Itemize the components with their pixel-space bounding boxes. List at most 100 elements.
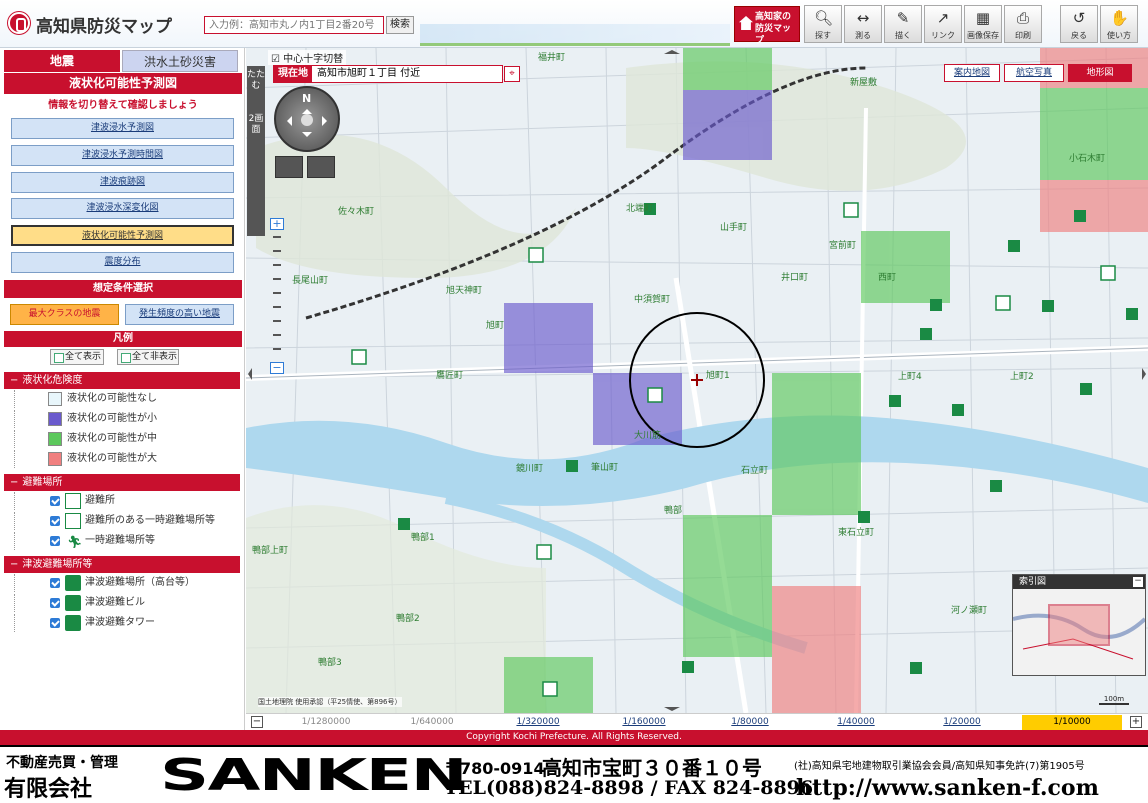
legend-item[interactable]: 避難所のある一時避難場所等 — [14, 512, 234, 530]
legend-item: 液状化の可能性が中 — [14, 430, 234, 448]
print-button[interactable]: ⎙ 印刷 — [1004, 5, 1042, 43]
pan-left-icon[interactable] — [282, 116, 292, 126]
tab-earthquake[interactable]: 地震 — [4, 50, 120, 72]
legend-item[interactable]: 津波避難ビル — [14, 594, 234, 612]
place-label: 鴨部 — [664, 504, 682, 516]
link-icon: ↗ — [936, 9, 950, 27]
scale-option[interactable]: 1/640000 — [382, 715, 482, 730]
help-icon: ✋ — [1110, 9, 1129, 27]
compass-pan-control[interactable]: N — [274, 86, 340, 152]
panel-instruction: 情報を切り替えて確認しましょう — [48, 100, 198, 111]
legend-item[interactable]: 🏃︎ 一時避難場所等 — [14, 532, 234, 550]
tsunami-building-icon — [65, 595, 81, 611]
condition-max-class-button[interactable]: 最大クラスの地震 — [10, 304, 119, 325]
zoom-out-box-icon[interactable] — [307, 156, 335, 178]
scale-option[interactable]: 1/20000 — [912, 715, 1012, 730]
scale-option[interactable]: 1/160000 — [594, 715, 694, 730]
bosai-map-button[interactable]: 高知家の防災マップ — [734, 6, 800, 46]
checkbox-icon[interactable] — [50, 598, 60, 608]
legend-item[interactable]: 避難所 — [14, 492, 234, 510]
zoom-slider[interactable]: + − — [270, 218, 284, 376]
measure-tool-button[interactable]: ↔ 測る — [844, 5, 882, 43]
scale-option[interactable]: 1/80000 — [700, 715, 800, 730]
image-save-icon: ▦ — [975, 9, 991, 27]
running-person-icon: 🏃︎ — [67, 535, 83, 549]
show-all-button[interactable]: 全て表示 — [50, 349, 104, 365]
menu-tsunami-trace[interactable]: 津波痕跡図 — [11, 172, 234, 193]
locate-button[interactable]: ⌖ — [504, 66, 520, 82]
menu-tsunami-depth-change[interactable]: 津波浸水深変化図 — [11, 198, 234, 219]
map-scale-bar: 100m — [1099, 695, 1129, 705]
map-type-aerial[interactable]: 航空写真 — [1004, 64, 1064, 82]
panel-collapse-toggle[interactable]: たたむ 2画面 — [247, 66, 265, 236]
checkbox-icon[interactable] — [50, 618, 60, 628]
scale-option[interactable]: 1/1280000 — [276, 715, 376, 730]
map-canvas[interactable]: 福井町 佐々木町 長尾山町 旭天神町 旭町 北端町 山手町 宮前町 井口町 中須… — [246, 48, 1148, 713]
crosshair-toggle[interactable]: ☑ 中心十字切替 — [268, 50, 347, 65]
menu-tsunami-inundation-time[interactable]: 津波浸水予測時間図 — [11, 145, 234, 166]
hide-all-button[interactable]: 全て非表示 — [117, 349, 179, 365]
zoom-box-icon[interactable] — [275, 156, 303, 178]
scale-option-active[interactable]: 1/10000 — [1022, 715, 1122, 730]
scale-zoom-out-button[interactable]: − — [251, 716, 263, 728]
color-swatch — [48, 392, 62, 406]
pan-down-icon[interactable] — [302, 132, 312, 142]
app-title: 高知県防災マップ — [36, 17, 172, 37]
compass-center[interactable] — [301, 114, 313, 126]
legend-item: 液状化の可能性が小 — [14, 410, 234, 428]
pan-up-icon[interactable] — [302, 104, 312, 114]
copyright: Copyright Kochi Prefecture. All Rights R… — [0, 730, 1148, 745]
map-type-topographic[interactable]: 地形図 — [1068, 64, 1132, 82]
back-icon: ↺ — [1072, 9, 1086, 27]
menu-seismic-intensity[interactable]: 震度分布 — [11, 252, 234, 273]
place-label: 旭天神町 — [446, 284, 482, 296]
legend-item[interactable]: 津波避難タワー — [14, 614, 234, 632]
legend-section-tsunami-evacuation[interactable]: − 津波避難場所等 — [4, 556, 240, 573]
menu-tsunami-inundation[interactable]: 津波浸水予測図 — [11, 118, 234, 139]
ad-url[interactable]: http://www.sanken-f.com — [796, 775, 1099, 801]
place-label: 西町 — [878, 272, 896, 283]
legend-section-liquefaction[interactable]: − 液状化危険度 — [4, 372, 240, 389]
legend-section-evacuation[interactable]: − 避難場所 — [4, 474, 240, 491]
place-label: 北端町 — [626, 202, 653, 214]
scale-zoom-in-button[interactable]: + — [1130, 716, 1142, 728]
place-label: 鷹匠町 — [436, 369, 463, 381]
minimize-icon[interactable]: − — [1133, 577, 1143, 587]
place-label: 上町2 — [1010, 371, 1034, 382]
legend-item[interactable]: 津波避難場所（高台等） — [14, 574, 234, 592]
color-swatch — [48, 412, 62, 426]
ad-business-type: 不動産売買・管理 — [6, 755, 118, 771]
search-tool-button[interactable]: 🔍︎ 探す — [804, 5, 842, 43]
place-label: 井口町 — [781, 271, 808, 283]
place-label: 旭町1 — [706, 369, 730, 381]
link-tool-button[interactable]: ↗ リンク — [924, 5, 962, 43]
back-button[interactable]: ↺ 戻る — [1060, 5, 1098, 43]
search-button[interactable]: 検索 — [386, 16, 414, 34]
place-label: 鴨部1 — [411, 531, 435, 543]
place-label: 鴨部上町 — [252, 544, 288, 556]
index-map[interactable]: 索引図 − — [1012, 574, 1146, 676]
menu-liquefaction[interactable]: 液状化可能性予測図 — [11, 225, 234, 246]
scale-option[interactable]: 1/320000 — [488, 715, 588, 730]
checkbox-icon[interactable] — [50, 496, 60, 506]
color-swatch — [48, 432, 62, 446]
draw-tool-button[interactable]: ✎ 描く — [884, 5, 922, 43]
zoom-out-icon[interactable]: − — [270, 362, 284, 374]
legend-heading: 凡例 — [4, 331, 242, 347]
image-save-button[interactable]: ▦ 画像保存 — [964, 5, 1002, 43]
scale-option[interactable]: 1/40000 — [806, 715, 906, 730]
condition-frequent-button[interactable]: 発生頻度の高い地震 — [125, 304, 234, 325]
checkbox-icon[interactable] — [50, 536, 60, 546]
pan-right-icon[interactable] — [322, 116, 332, 126]
map-type-guide[interactable]: 案内地図 — [944, 64, 1000, 82]
checkbox-icon[interactable] — [50, 516, 60, 526]
header-skyline-decoration — [420, 24, 730, 46]
address-search-input[interactable] — [204, 16, 384, 34]
checkbox-icon[interactable] — [50, 578, 60, 588]
help-button[interactable]: ✋ 使い方 — [1100, 5, 1138, 43]
legend-item: 液状化の可能性が大 — [14, 450, 234, 468]
zoom-in-icon[interactable]: + — [270, 218, 284, 230]
shelter-icon — [65, 493, 81, 509]
sponsor-banner[interactable]: 不動産売買・管理 有限会社 SANKEN 〒780-0914 高知市宝町３０番１… — [0, 745, 1148, 802]
tab-flood-landslide[interactable]: 洪水土砂災害 — [122, 50, 238, 72]
